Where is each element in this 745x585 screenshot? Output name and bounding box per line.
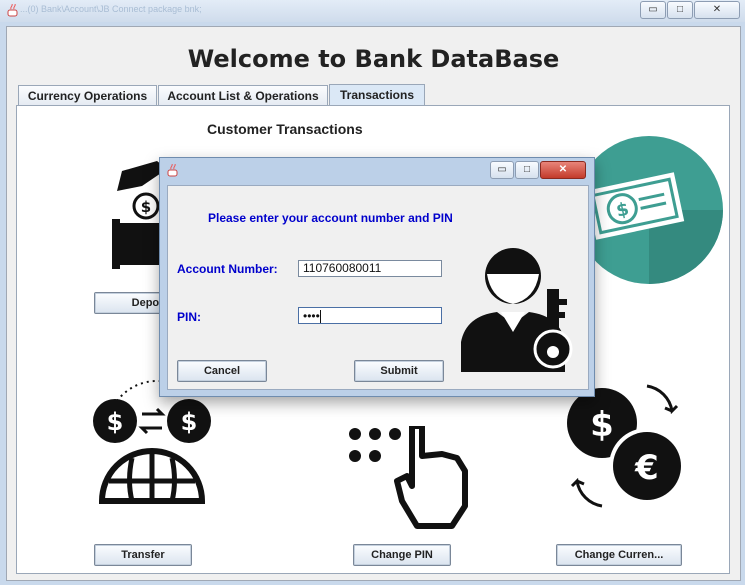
submit-button[interactable]: Submit [354, 360, 444, 382]
user-key-icon [461, 248, 573, 372]
maximize-icon: □ [676, 4, 684, 15]
minimize-icon: ▭ [648, 4, 658, 15]
tab-account-list-operations[interactable]: Account List & Operations [158, 85, 328, 106]
change-pin-button[interactable]: Change PIN [353, 544, 451, 566]
close-icon: ✕ [558, 164, 568, 175]
pin-label: PIN: [177, 310, 201, 324]
java-icon [167, 164, 178, 177]
maximize-icon: □ [523, 164, 531, 175]
window-title-text: ...(0) Bank\Account\JB Connect package b… [20, 4, 202, 14]
tab-transactions[interactable]: Transactions [329, 84, 425, 107]
keypad-hand-icon [349, 426, 468, 529]
dialog-close-button[interactable]: ✕ [540, 161, 586, 179]
app-heading: Welcome to Bank DataBase [187, 45, 560, 73]
maximize-button[interactable]: □ [667, 1, 693, 19]
change-currency-button[interactable]: Change Curren... [556, 544, 682, 566]
close-button[interactable]: ✕ [694, 1, 740, 19]
currency-exchange-icon: $ € [567, 384, 685, 508]
close-icon: ✕ [712, 4, 722, 15]
title-bar[interactable]: ...(0) Bank\Account\JB Connect package b… [0, 0, 745, 22]
dialog-prompt: Please enter your account number and PIN [208, 211, 453, 225]
svg-text:$: $ [141, 198, 151, 216]
login-dialog: ▭ □ ✕ Please enter your account number a… [159, 157, 595, 397]
account-number-field[interactable] [298, 260, 442, 277]
dialog-minimize-button[interactable]: ▭ [490, 161, 514, 179]
svg-text:$: $ [181, 408, 198, 436]
java-icon [7, 4, 18, 17]
dialog-content: Please enter your account number and PIN… [167, 185, 589, 390]
cancel-button[interactable]: Cancel [177, 360, 267, 382]
minimize-icon: ▭ [497, 164, 507, 175]
minimize-button[interactable]: ▭ [640, 1, 666, 19]
pin-value: •••• [303, 309, 320, 323]
tab-currency-operations[interactable]: Currency Operations [18, 85, 157, 106]
svg-text:€: € [634, 448, 659, 488]
money-circle-icon: $ [575, 136, 723, 284]
pin-field[interactable]: •••• [298, 307, 442, 324]
svg-text:$: $ [590, 405, 614, 445]
svg-text:$: $ [107, 408, 124, 436]
dialog-maximize-button[interactable]: □ [515, 161, 539, 179]
text-cursor [319, 310, 321, 324]
transfer-button[interactable]: Transfer [94, 544, 192, 566]
panel-title: Customer Transactions [207, 121, 363, 137]
account-number-label: Account Number: [177, 262, 278, 276]
